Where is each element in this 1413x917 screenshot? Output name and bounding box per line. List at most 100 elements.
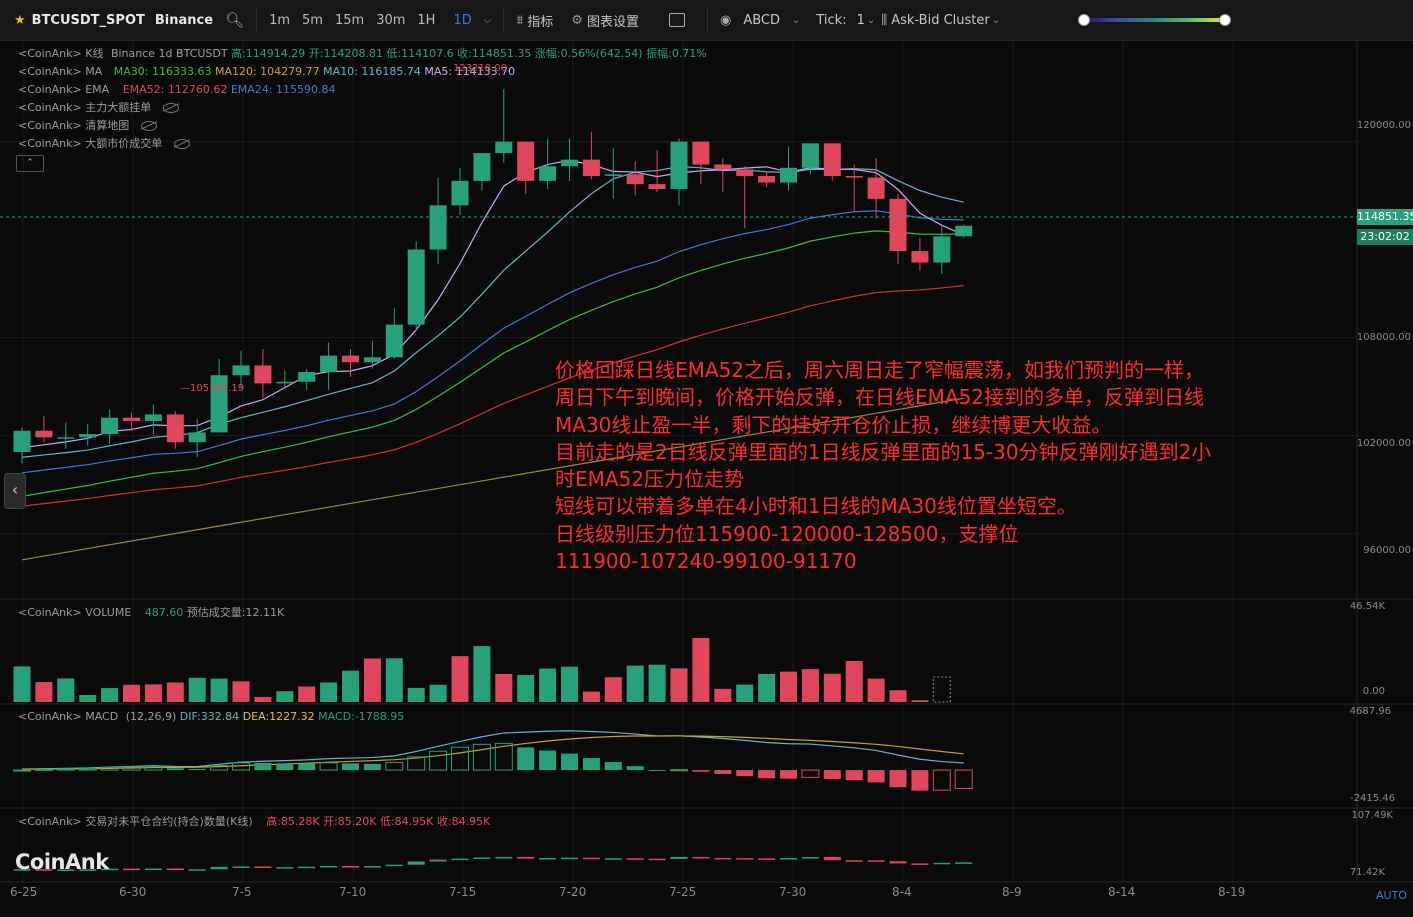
volume-bar bbox=[210, 678, 228, 702]
candle-body bbox=[101, 417, 119, 435]
candle-body bbox=[648, 184, 666, 190]
macd-histogram-bar bbox=[517, 747, 535, 771]
candle-body bbox=[298, 371, 316, 382]
fullscreen-icon[interactable] bbox=[663, 0, 691, 40]
oi-low: 低:84.95K bbox=[379, 815, 434, 828]
oi-candle bbox=[320, 866, 338, 868]
oi-candle bbox=[451, 858, 469, 861]
divider bbox=[256, 8, 258, 32]
symbol-selector[interactable]: ★ BTCUSDT_SPOT Binance bbox=[0, 0, 219, 40]
volume-bar bbox=[79, 695, 97, 702]
interval-15m[interactable]: 15m bbox=[329, 13, 370, 28]
interval-1h[interactable]: 1H bbox=[411, 13, 441, 28]
macd-dea-line bbox=[21, 735, 964, 770]
high-price-marker: 123218.00 bbox=[453, 63, 508, 74]
macd-histogram-bar bbox=[429, 750, 448, 771]
slider-handle-right[interactable] bbox=[1219, 14, 1231, 26]
interval-dropdown-chevron-icon[interactable]: ⌵ bbox=[478, 15, 498, 26]
annotation-line: 日线级别压力位115900-120000-128500，支撑位 bbox=[555, 521, 1019, 546]
candle-body bbox=[363, 357, 381, 363]
symbol-name: BTCUSDT_SPOT bbox=[31, 12, 145, 28]
y-axis-label: 108000.00 bbox=[1356, 332, 1411, 343]
candle-body bbox=[517, 141, 535, 181]
x-axis-label: 8-14 bbox=[1108, 885, 1136, 899]
big-trades-legend[interactable]: <CoinAnk> 大额市价成交单 bbox=[18, 135, 190, 153]
oi-candle bbox=[736, 858, 754, 860]
oi-candle bbox=[582, 857, 600, 860]
candle-body bbox=[626, 174, 644, 185]
eye-off-icon[interactable] bbox=[162, 103, 179, 113]
oi-candle bbox=[823, 856, 841, 861]
interval-1d[interactable]: 1D bbox=[447, 13, 477, 28]
oi-candle bbox=[670, 856, 688, 859]
oi-candle bbox=[561, 857, 578, 860]
collapse-legend-button[interactable]: ⌃ bbox=[16, 155, 44, 172]
collapse-sidebar-chevron-icon[interactable]: ‹ bbox=[4, 473, 26, 509]
candle-body bbox=[582, 159, 600, 176]
macd-histogram-bar bbox=[801, 769, 820, 778]
candle-body bbox=[276, 381, 294, 384]
kline-legend-open: 开:114208.81 bbox=[308, 47, 383, 60]
eye-off-icon[interactable] bbox=[173, 139, 190, 149]
oi-candle bbox=[407, 861, 425, 865]
eye-icon[interactable]: ◉ bbox=[714, 0, 737, 40]
search-icon[interactable]: 🔍︎ bbox=[219, 0, 250, 40]
oi-candle bbox=[845, 860, 863, 862]
macd-histogram-bar bbox=[889, 770, 907, 788]
annotation-line: 目前走的是2日线反弹里面的1日线反弹里面的15-30分钟反弹刚好遇到2小 bbox=[555, 439, 1212, 464]
volume-bar bbox=[758, 673, 776, 702]
volume-bar bbox=[517, 674, 535, 702]
ema24-value: EMA24: 115590.84 bbox=[230, 83, 336, 96]
auto-scale-button[interactable]: AUTO bbox=[1376, 889, 1407, 902]
tick-selector[interactable]: Tick: 1 ⌄ bbox=[810, 0, 881, 40]
heatmap-gradient-track bbox=[1083, 18, 1225, 22]
volume-series bbox=[13, 637, 951, 703]
annotation-line: 周日下午到晚间，价格开始反弹，在日线EMA52接到的多单，反弹到日线 bbox=[555, 385, 1205, 410]
open-interest-series bbox=[13, 856, 973, 871]
eye-off-icon[interactable] bbox=[140, 121, 157, 131]
macd-histogram-bar bbox=[13, 769, 31, 772]
cluster-mode-label: Ask-Bid Cluster bbox=[891, 12, 990, 28]
oi-close: 收:84.95K bbox=[436, 815, 491, 828]
interval-5m[interactable]: 5m bbox=[296, 13, 329, 28]
cluster-mode-selector[interactable]: ⫼ Ask-Bid Cluster ⌄ bbox=[881, 0, 1006, 40]
big-orders-legend[interactable]: <CoinAnk> 主力大额挂单 bbox=[18, 99, 179, 117]
volume-bar bbox=[845, 661, 863, 702]
volume-bar bbox=[626, 665, 644, 702]
kline-legend-high: 高:114914.29 bbox=[231, 47, 306, 60]
volume-bar bbox=[342, 670, 359, 702]
interval-1m[interactable]: 1m bbox=[263, 13, 296, 28]
oi-candle bbox=[166, 868, 184, 871]
macd-dea: DEA:1227.32 bbox=[242, 710, 315, 723]
volume-bar bbox=[561, 666, 578, 702]
annotation-line: 价格回踩日线EMA52之后，周六周日走了窄幅震荡，如我们预判的一样， bbox=[555, 358, 1205, 382]
macd-histogram-bar bbox=[867, 770, 885, 783]
oi-candle bbox=[495, 856, 513, 859]
drawing-tool-selector[interactable]: ABCD ⌄ bbox=[737, 0, 806, 40]
chart-settings-button[interactable]: ⚙ 图表设置 bbox=[565, 0, 645, 40]
x-axis-label: 7-10 bbox=[339, 885, 367, 899]
oi-candle bbox=[604, 858, 622, 860]
macd-dif: DIF:332.84 bbox=[179, 710, 240, 723]
tick-value: 1 bbox=[856, 12, 865, 28]
candle-body bbox=[144, 414, 162, 421]
oi-candle bbox=[210, 866, 228, 870]
oi-candle bbox=[232, 866, 250, 868]
liquidation-heatmap-legend[interactable]: <CoinAnk> 清算地图 bbox=[18, 117, 157, 135]
volume-bar bbox=[670, 668, 688, 702]
ma-legend-prefix: <CoinAnk> MA bbox=[18, 65, 103, 78]
candle-body bbox=[166, 414, 184, 443]
macd-axis-label: 4687.96 bbox=[1349, 706, 1391, 717]
slider-handle-left[interactable] bbox=[1078, 14, 1090, 26]
interval-30m[interactable]: 30m bbox=[370, 13, 411, 28]
indicators-button[interactable]: ⩩ 指标 bbox=[510, 0, 559, 40]
chevron-down-icon: ⌄ bbox=[866, 14, 876, 26]
kline-legend-change: 涨幅:0.56%(642.54) bbox=[534, 47, 643, 60]
favorite-star-icon[interactable]: ★ bbox=[14, 13, 26, 28]
macd-histogram-bar bbox=[188, 768, 206, 771]
candle-body bbox=[57, 437, 75, 439]
heatmap-range-slider[interactable] bbox=[1078, 13, 1231, 27]
macd-histogram-bar bbox=[670, 769, 688, 772]
divider bbox=[706, 8, 708, 32]
y-axis-label: 120000.00 bbox=[1356, 120, 1411, 131]
